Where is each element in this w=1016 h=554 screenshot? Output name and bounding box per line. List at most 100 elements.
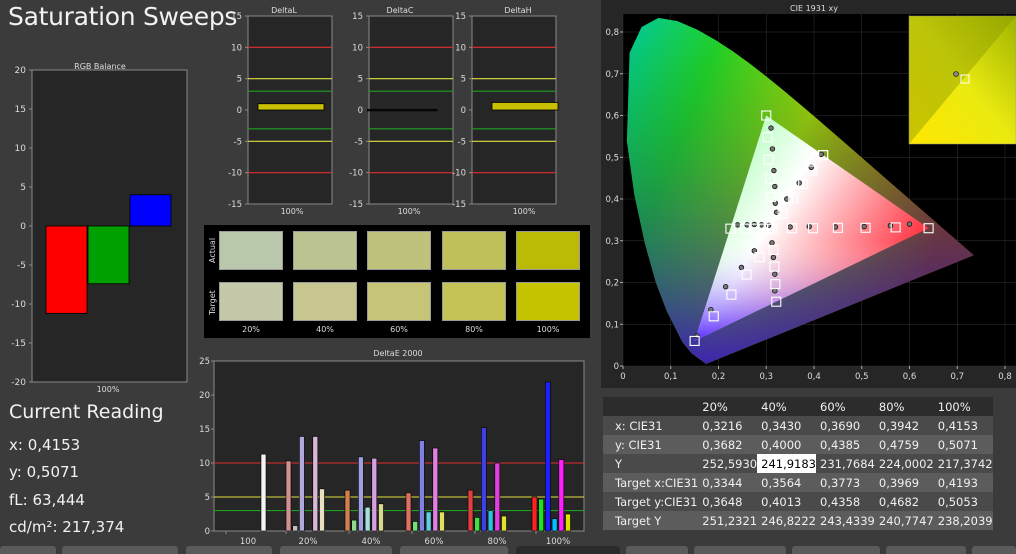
table-row: Target Y 251,2321 246,8222 243,4339 240,7747… bbox=[603, 511, 993, 530]
current-reading-x: x: 0,4153 bbox=[9, 436, 81, 454]
bottom-tab-active[interactable] bbox=[516, 546, 620, 554]
bottom-tab-5[interactable] bbox=[400, 546, 508, 554]
table-cell[interactable]: 238,2039 bbox=[933, 511, 993, 530]
table-cell[interactable]: 0,4153 bbox=[933, 416, 993, 435]
deltae-x-axis: 100 20% 40% 60% 80% 100% bbox=[225, 531, 570, 547]
table-cell[interactable]: 224,0002 bbox=[874, 454, 934, 473]
bottom-tab-7[interactable] bbox=[626, 546, 688, 554]
table-cell[interactable]: 0,5053 bbox=[933, 492, 993, 511]
table-cell[interactable]: 217,3742 bbox=[933, 454, 993, 473]
table-cell[interactable]: 246,8222 bbox=[757, 511, 816, 530]
table-cell[interactable]: 0,4013 bbox=[757, 492, 816, 511]
delta-y-tick-label: -5 bbox=[355, 137, 363, 147]
table-cell[interactable]: 0,3344 bbox=[698, 473, 758, 492]
deltae-bar-magenta bbox=[312, 436, 319, 532]
deltae-bar-green bbox=[474, 517, 481, 532]
current-reading-fl: fL: 63,444 bbox=[9, 491, 85, 509]
deltae-y-tick-label: 0 bbox=[205, 527, 210, 537]
deltae-bar-red bbox=[285, 460, 292, 532]
cie-measured-point bbox=[738, 264, 745, 271]
table-cell[interactable]: 251,2321 bbox=[698, 511, 758, 530]
table-row-label: x: CIE31 bbox=[603, 416, 699, 435]
table-cell[interactable]: 0,3648 bbox=[698, 492, 758, 511]
bottom-tab-11[interactable] bbox=[972, 546, 1016, 554]
cie-x-tick-label: 0,1 bbox=[664, 372, 678, 382]
target-swatch bbox=[516, 282, 580, 321]
rgb-y-tick-label: 10 bbox=[15, 144, 27, 154]
zoom-measured-point bbox=[953, 71, 959, 77]
table-cell[interactable]: 0,4759 bbox=[874, 435, 934, 454]
deltae-bar-green bbox=[351, 519, 357, 532]
cie-measured-point bbox=[708, 306, 714, 313]
delta-y-tick-label: 15 bbox=[455, 12, 466, 22]
table-cell[interactable]: 0,4000 bbox=[757, 435, 816, 454]
cie-measured-point bbox=[861, 223, 867, 230]
bottom-tab-8[interactable] bbox=[694, 546, 786, 554]
cie-x-tick-label: 0,4 bbox=[807, 372, 821, 382]
cie-measured-point bbox=[906, 221, 913, 227]
cie-x-tick-label: 0,8 bbox=[998, 372, 1012, 382]
table-row: Target x:CIE31 0,3344 0,3564 0,3773 0,3969 0,… bbox=[603, 473, 993, 492]
table-cell[interactable]: 0,5071 bbox=[933, 435, 993, 454]
delta-y-tick-label: 0 bbox=[237, 106, 242, 116]
table-cell[interactable]: 0,3969 bbox=[874, 473, 934, 492]
table-cell[interactable]: 0,3682 bbox=[698, 435, 758, 454]
cie-y-tick-label: 0,6 bbox=[605, 112, 619, 122]
table-cell[interactable]: 0,3216 bbox=[698, 416, 758, 435]
bottom-tab-3[interactable] bbox=[186, 546, 272, 554]
delta-l-x-label: 100% bbox=[281, 207, 304, 216]
table-cell[interactable]: 0,4682 bbox=[874, 492, 934, 511]
bottom-tab-10[interactable] bbox=[886, 546, 966, 554]
deltae-bar-magenta bbox=[558, 459, 565, 532]
table-cell[interactable]: 0,3942 bbox=[874, 416, 934, 435]
deltae-bar-yellow bbox=[378, 503, 384, 532]
table-cell[interactable]: 252,5930 bbox=[698, 454, 758, 473]
bottom-tab-1[interactable] bbox=[0, 546, 56, 554]
swatch-column-label: 80% bbox=[465, 325, 483, 334]
deltae-bar-magenta bbox=[494, 462, 501, 532]
cie-y-tick-label: 0,3 bbox=[605, 237, 619, 247]
swatch-column-label: 60% bbox=[390, 325, 408, 334]
delta-l-title: DeltaL bbox=[271, 6, 297, 15]
table-header-cell: 60% bbox=[816, 397, 875, 416]
actual-swatch bbox=[293, 231, 357, 270]
deltae-y-tick-label: 20 bbox=[199, 391, 210, 401]
table-cell[interactable]: 0,4385 bbox=[816, 435, 875, 454]
table-cell[interactable]: 0,3690 bbox=[816, 416, 875, 435]
table-row: y: CIE31 0,3682 0,4000 0,4385 0,4759 0,5071 bbox=[603, 435, 993, 454]
delta-y-tick-label: -15 bbox=[452, 200, 466, 210]
table-cell[interactable]: 240,7747 bbox=[874, 511, 934, 530]
cie-y-tick-label: 0,8 bbox=[605, 28, 619, 38]
bottom-tab-9[interactable] bbox=[792, 546, 880, 554]
rgb-y-tick-label: -10 bbox=[11, 300, 26, 310]
table-cell[interactable]: 231,7684 bbox=[816, 454, 875, 473]
cie-measured-point bbox=[768, 125, 774, 131]
bottom-tab-4[interactable] bbox=[280, 546, 392, 554]
cie-x-tick-label: 0,5 bbox=[855, 372, 869, 382]
rgb-y-tick-label: 0 bbox=[20, 222, 26, 232]
cie-measured-point bbox=[722, 283, 729, 290]
cie-y-tick-label: 0 bbox=[614, 362, 619, 372]
deltae-bar-magenta bbox=[432, 447, 439, 532]
table-cell[interactable]: 0,4358 bbox=[816, 492, 875, 511]
swatch-column-label: 40% bbox=[316, 325, 334, 334]
deltae-bar-green bbox=[538, 498, 545, 532]
table-cell[interactable]: 0,4193 bbox=[933, 473, 993, 492]
deltae-bar-red bbox=[344, 489, 351, 532]
deltae-bar-cyan bbox=[551, 518, 558, 532]
deltae-plot-area bbox=[213, 360, 585, 532]
table-cell[interactable]: 241,9183 bbox=[757, 454, 816, 473]
swatch-column-label: 100% bbox=[536, 325, 560, 334]
table-cell[interactable]: 0,3430 bbox=[757, 416, 816, 435]
deltae-bar-blue bbox=[419, 440, 425, 532]
table-header-cell: 20% bbox=[698, 397, 758, 416]
bottom-tab-2[interactable] bbox=[62, 546, 178, 554]
deltae-2000-chart: DeltaE 2000 25 20 15 10 5 0 100 20% 40% 60% 80% 10… bbox=[199, 349, 585, 547]
delta-y-tick-label: 5 bbox=[237, 75, 242, 85]
deltae-bar-blue bbox=[545, 381, 551, 532]
cie-x-tick-label: 0 bbox=[620, 372, 625, 382]
table-cell[interactable]: 0,3773 bbox=[816, 473, 875, 492]
table-cell[interactable]: 0,3564 bbox=[757, 473, 816, 492]
table-cell[interactable]: 243,4339 bbox=[816, 511, 875, 530]
delta-y-tick-label: -10 bbox=[349, 169, 363, 179]
